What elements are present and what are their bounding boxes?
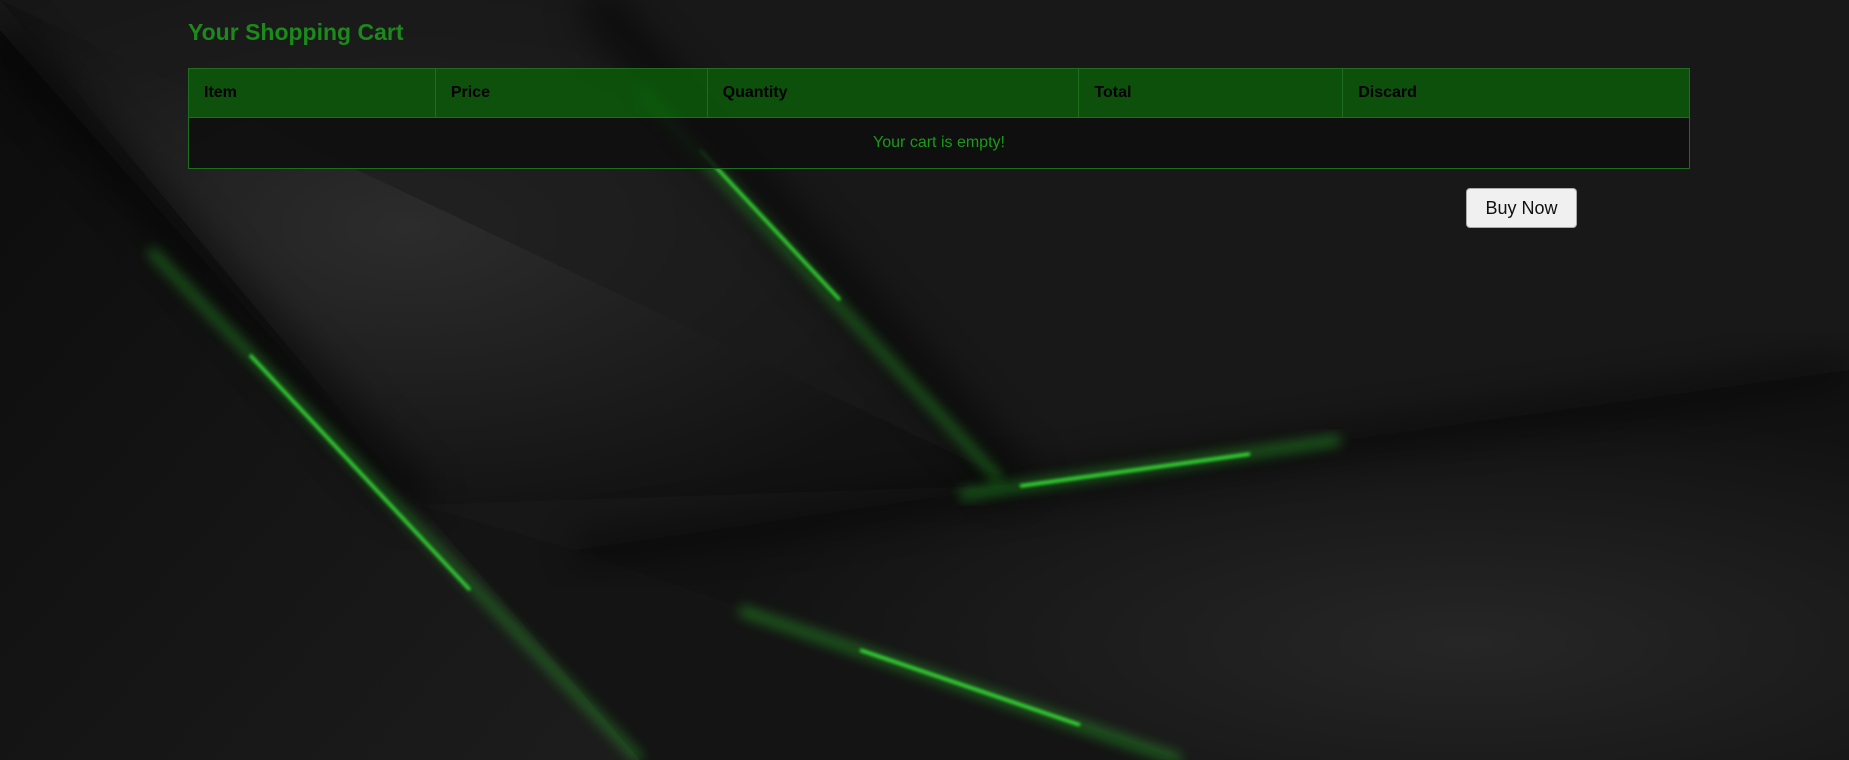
page-title: Your Shopping Cart [188, 19, 404, 45]
cart-table-header-row: Item Price Quantity Total Discard [188, 68, 1690, 118]
column-header-item: Item [188, 68, 436, 118]
cart-table: Item Price Quantity Total Discard Your c… [188, 68, 1690, 169]
column-header-discard: Discard [1342, 68, 1690, 118]
column-header-price: Price [434, 68, 708, 118]
buy-now-button[interactable]: Buy Now [1466, 188, 1577, 228]
table-row: Your cart is empty! [188, 117, 1690, 169]
column-header-total: Total [1078, 68, 1344, 118]
column-header-quantity: Quantity [706, 68, 1080, 118]
empty-cart-message: Your cart is empty! [188, 117, 1690, 169]
